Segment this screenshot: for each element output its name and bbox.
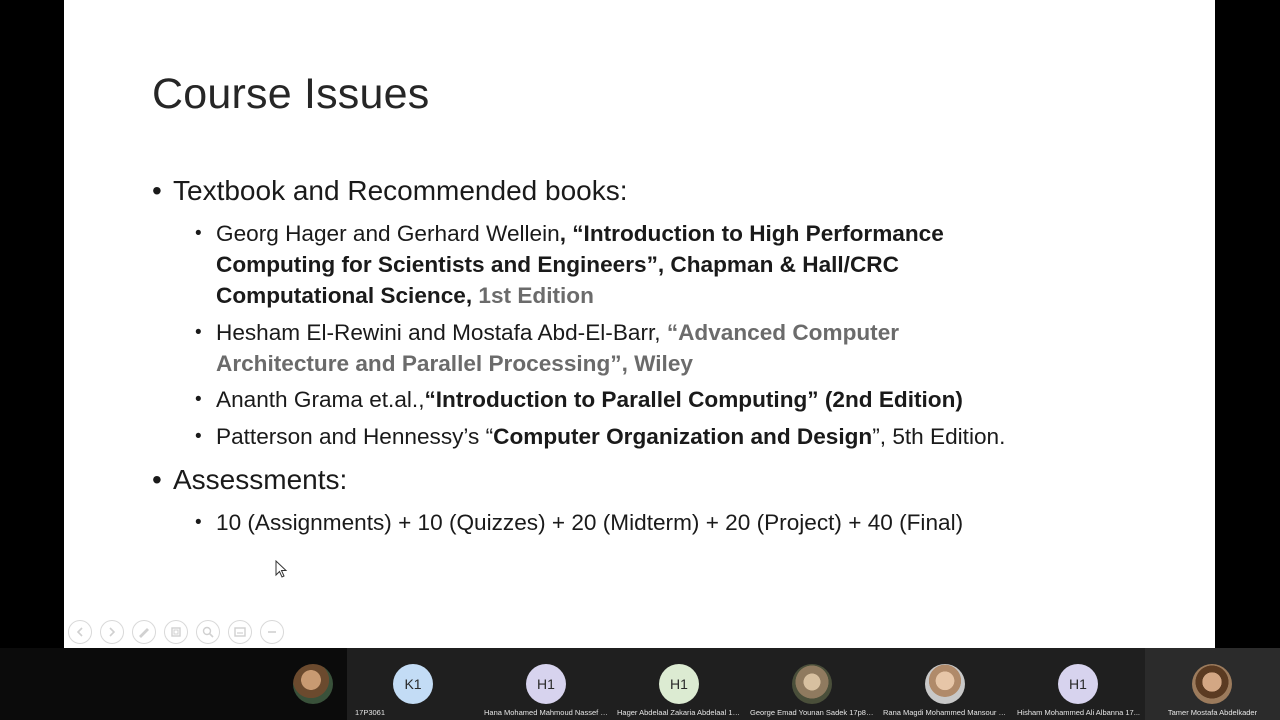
participant-tile-active-speaker[interactable]: Tamer Mostafa Abdelkader xyxy=(1145,648,1280,720)
participant-name: 17P3061 xyxy=(355,708,386,717)
subtitles-icon[interactable] xyxy=(228,620,252,644)
next-slide-icon[interactable] xyxy=(100,620,124,644)
participant-avatar xyxy=(792,664,832,704)
participant-avatar xyxy=(293,664,333,704)
participant-avatar: H1 xyxy=(1058,664,1098,704)
more-options-icon[interactable] xyxy=(260,620,284,644)
participant-tile[interactable]: George Emad Younan Sadek 17p8182 xyxy=(746,648,879,720)
zoom-icon[interactable] xyxy=(196,620,220,644)
participant-tile[interactable]: Rana Magdi Mohammed Mansour 1... xyxy=(879,648,1012,720)
participant-avatar: H1 xyxy=(526,664,566,704)
book-text: Ananth Grama et.al.,“Introduction to Par… xyxy=(216,387,963,412)
participant-tile[interactable] xyxy=(280,648,346,720)
participant-avatar xyxy=(1192,664,1232,704)
participant-avatar: K1 xyxy=(393,664,433,704)
book-text: Hesham El-Rewini and Mostafa Abd-El-Barr… xyxy=(216,320,900,376)
slideshow-toolbar xyxy=(68,620,284,644)
participant-name: Hisham Mohammed Ali Albanna 17... xyxy=(1017,708,1140,717)
participant-name: Rana Magdi Mohammed Mansour 1... xyxy=(883,708,1009,717)
book-text: Patterson and Hennessy’s “Computer Organ… xyxy=(216,424,1006,449)
slide-title: Course Issues xyxy=(152,70,430,118)
book-text: Georg Hager and Gerhard Wellein, “Introd… xyxy=(216,221,944,308)
presentation-slide: Course Issues • Textbook and Recommended… xyxy=(64,0,1215,648)
participant-name: Tamer Mostafa Abdelkader xyxy=(1167,708,1258,717)
participant-name: George Emad Younan Sadek 17p8182 xyxy=(750,708,879,717)
mouse-cursor-icon xyxy=(275,560,288,578)
participant-name: Hana Mohamed Mahmoud Nassef 1... xyxy=(484,708,611,717)
see-all-slides-icon[interactable] xyxy=(164,620,188,644)
assessment-text: 10 (Assignments) + 10 (Quizzes) + 20 (Mi… xyxy=(216,510,964,535)
section-heading: Assessments: xyxy=(173,464,348,495)
participant-tile[interactable]: H1 Hisham Mohammed Ali Albanna 17... xyxy=(1012,648,1145,720)
participant-strip: K1 17P3061 H1 Hana Mohamed Mahmoud Nasse… xyxy=(0,648,1280,720)
participant-tile[interactable]: H1 Hager Abdelaal Zakaria Abdelaal 17... xyxy=(613,648,746,720)
previous-slide-icon[interactable] xyxy=(68,620,92,644)
participant-avatar: H1 xyxy=(659,664,699,704)
participant-tile[interactable]: K1 17P3061 xyxy=(347,648,480,720)
participant-avatar xyxy=(925,664,965,704)
section-heading: Textbook and Recommended books: xyxy=(173,175,628,206)
pen-icon[interactable] xyxy=(132,620,156,644)
participant-name: Hager Abdelaal Zakaria Abdelaal 17... xyxy=(617,708,743,717)
participant-tile[interactable]: H1 Hana Mohamed Mahmoud Nassef 1... xyxy=(480,648,613,720)
